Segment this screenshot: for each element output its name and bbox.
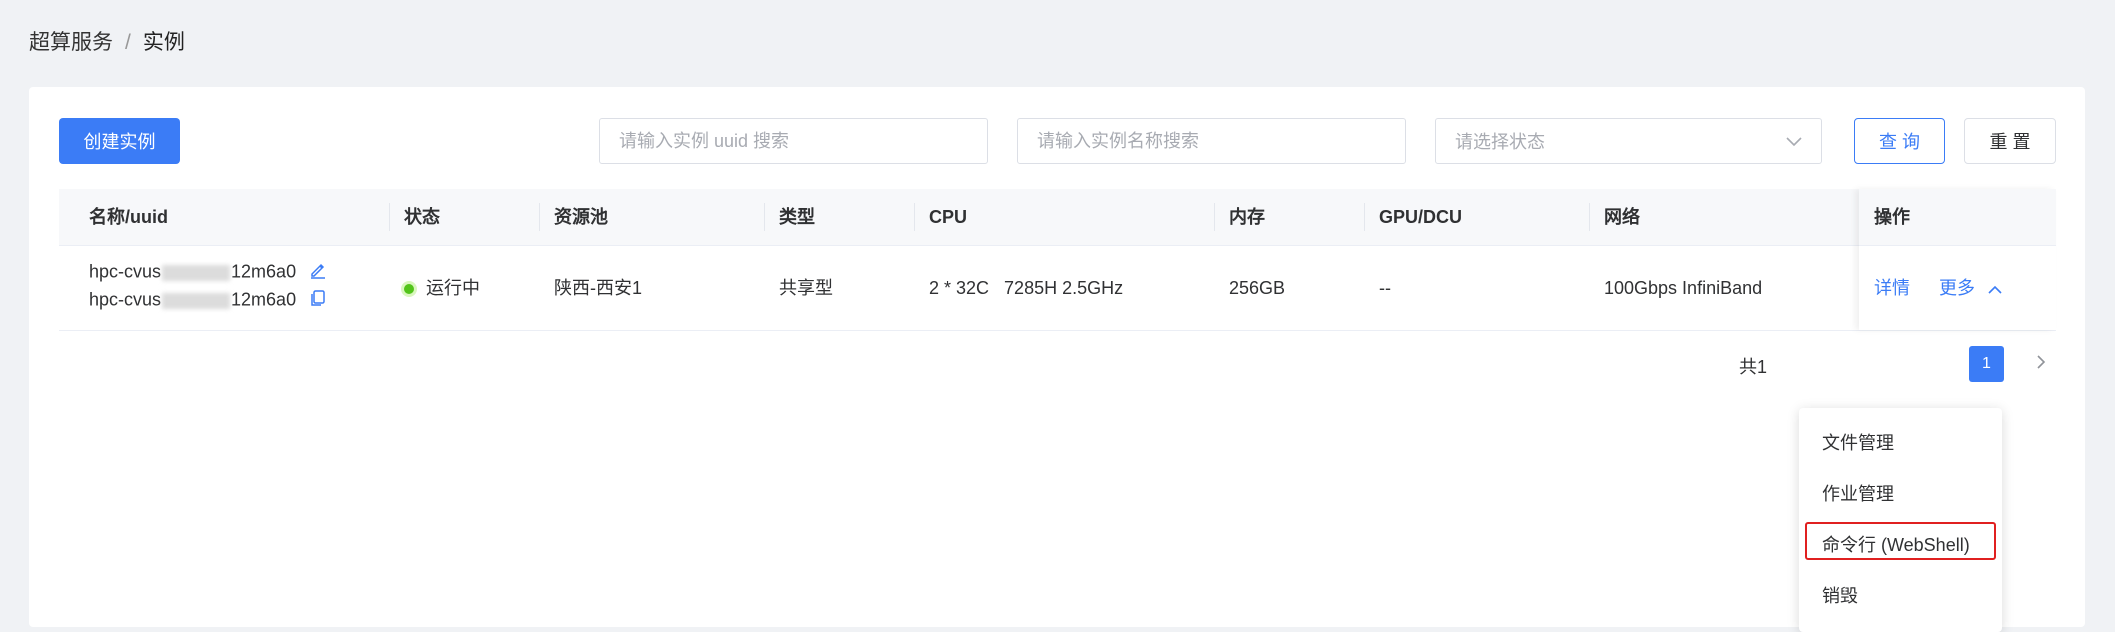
- col-network: 网络: [1604, 207, 1640, 227]
- status-cell: 运行中: [404, 246, 480, 330]
- type-cell: 共享型: [779, 278, 833, 298]
- instance-name-suffix: 12m6a0: [231, 261, 297, 282]
- status-text: 运行中: [426, 278, 480, 298]
- col-pool: 资源池: [554, 207, 608, 227]
- menu-item-webshell[interactable]: 命令行 (WebShell): [1822, 531, 1970, 557]
- instance-uuid: hpc-cvus 12m6a0: [89, 289, 327, 312]
- instance-uuid-suffix: 12m6a0: [231, 289, 297, 310]
- instance-name: hpc-cvus 12m6a0: [89, 261, 327, 284]
- status-select-placeholder: 请选择状态: [1455, 132, 1545, 152]
- pagination-page-1[interactable]: 1: [1969, 346, 2004, 382]
- breadcrumb: 超算服务 / 实例: [29, 26, 185, 56]
- pagination-next[interactable]: [2026, 349, 2056, 379]
- query-button[interactable]: 查 询: [1854, 118, 1945, 164]
- more-dropdown-menu: 文件管理 作业管理 命令行 (WebShell) 销毁: [1799, 408, 2002, 632]
- menu-item-job-management[interactable]: 作业管理: [1822, 480, 1894, 506]
- chevron-down-icon: [1786, 131, 1802, 152]
- status-running-dot: [404, 284, 414, 295]
- table-row: hpc-cvus 12m6a0 hpc-cvus 12m6a0 运行中 陕西-西安1…: [59, 246, 2056, 331]
- col-memory: 内存: [1229, 207, 1265, 227]
- col-status: 状态: [404, 207, 440, 227]
- redacted-text: [162, 264, 231, 281]
- instance-card: 创建实例 请选择状态 查 询 重 置 名称/uuid 状态 资源池 类型 CPU…: [29, 87, 2085, 632]
- instance-uuid-prefix: hpc-cvus: [89, 289, 162, 310]
- breadcrumb-separator: /: [125, 31, 131, 54]
- breadcrumb-parent[interactable]: 超算服务: [29, 31, 113, 54]
- name-search-input[interactable]: [1017, 118, 1406, 164]
- gpu-cell: --: [1379, 278, 1391, 298]
- breadcrumb-current: 实例: [142, 31, 185, 54]
- uuid-search-input[interactable]: [599, 118, 988, 164]
- col-type: 类型: [779, 207, 815, 227]
- network-cell: 100Gbps InfiniBand: [1604, 278, 1763, 298]
- cpu-cell: 2 * 32C 7285H 2.5GHz: [929, 278, 1124, 298]
- menu-item-file-management[interactable]: 文件管理: [1822, 429, 1894, 455]
- col-name-uuid: 名称/uuid: [89, 207, 168, 227]
- pool-cell: 陕西-西安1: [554, 278, 643, 298]
- col-gpu: GPU/DCU: [1379, 207, 1463, 227]
- col-cpu: CPU: [929, 207, 968, 227]
- table-header: 名称/uuid 状态 资源池 类型 CPU 内存 GPU/DCU 网络 操作: [59, 189, 2056, 246]
- chevron-right-icon: [2036, 354, 2046, 375]
- reset-button[interactable]: 重 置: [1964, 118, 2056, 164]
- instance-name-prefix: hpc-cvus: [89, 261, 162, 282]
- instance-table: 名称/uuid 状态 资源池 类型 CPU 内存 GPU/DCU 网络 操作 h…: [59, 189, 2056, 331]
- menu-item-destroy[interactable]: 销毁: [1822, 582, 1858, 608]
- redacted-text: [162, 292, 231, 309]
- status-select[interactable]: 请选择状态: [1435, 118, 1822, 164]
- fixed-actions-column: [1859, 189, 2056, 330]
- pagination-total: 共1: [1739, 357, 1768, 377]
- edit-icon[interactable]: [309, 261, 327, 284]
- memory-cell: 256GB: [1229, 278, 1286, 298]
- copy-icon[interactable]: [309, 289, 327, 312]
- create-instance-button[interactable]: 创建实例: [59, 118, 180, 164]
